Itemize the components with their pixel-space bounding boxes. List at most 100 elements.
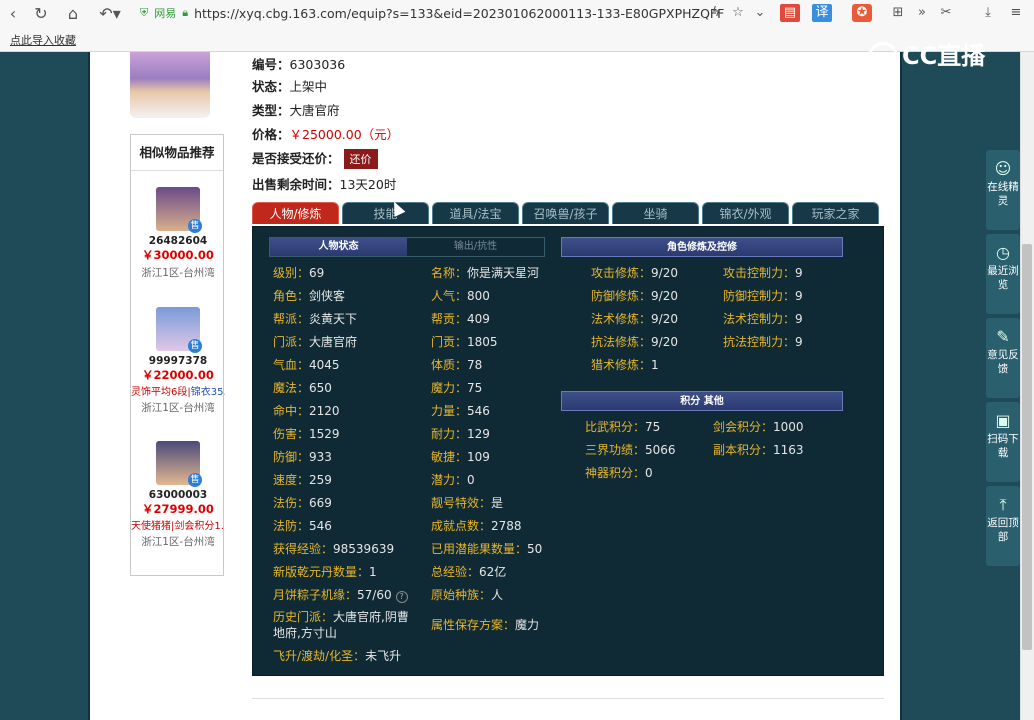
feedback-button[interactable]: ✎ 意见反馈 xyxy=(986,318,1020,398)
chevron-down-icon[interactable]: ⌄ xyxy=(750,4,770,22)
reload-icon[interactable]: ↻ xyxy=(30,4,52,24)
sub-tab-status[interactable]: 人物状态 xyxy=(270,238,407,256)
tab-home[interactable]: 玩家之家 xyxy=(792,202,879,224)
item-price: 价格：￥25000.00（元） xyxy=(252,127,400,142)
sale-badge: 售 xyxy=(188,339,202,353)
stat-row: 飞升/渡劫/化圣：未飞升 xyxy=(273,649,402,663)
divider xyxy=(252,698,884,699)
similar-item[interactable]: 售 63000003 ￥27999.00 天使猪猪|剑会积分1… 浙江1区-台州… xyxy=(131,441,225,549)
points-row: 剑会积分：1000 xyxy=(713,420,804,434)
item-id: 编号：6303036 xyxy=(252,57,346,72)
lock-icon: 🔒︎ xyxy=(182,6,189,19)
helper-face-icon: ☺ xyxy=(994,159,1012,178)
stat-row: 魔法：650 xyxy=(273,381,332,395)
tab-character[interactable]: 人物/修炼 xyxy=(252,202,339,224)
download-icon[interactable]: ⤓ xyxy=(978,4,998,22)
translate-icon[interactable]: 译 xyxy=(812,4,832,22)
points-row: 神器积分：0 xyxy=(585,466,653,480)
tab-outfits[interactable]: 锦衣/外观 xyxy=(702,202,789,224)
similar-item[interactable]: 售 26482604 ￥30000.00 浙江1区-台州湾 xyxy=(131,187,225,280)
undo-icon[interactable]: ↶▾ xyxy=(96,4,124,24)
item-type: 类型：大唐官府 xyxy=(252,103,340,118)
detail-tabs: 人物/修炼 技能 道具/法宝 召唤兽/孩子 坐骑 锦衣/外观 玩家之家 xyxy=(252,202,882,226)
sub-tab-output[interactable]: 输出/抗性 xyxy=(407,238,544,256)
tab-skills[interactable]: 技能 xyxy=(342,202,429,224)
stat-row: 名称：你是满天星河 xyxy=(431,266,540,280)
back-icon[interactable]: ‹ xyxy=(2,4,24,24)
stat-row: 原始种族：人 xyxy=(431,588,504,602)
clock-icon: ◷ xyxy=(996,243,1010,262)
cultivation-header: 角色修炼及控修 xyxy=(561,237,843,257)
recent-viewed-button[interactable]: ◷ 最近浏览 xyxy=(986,234,1020,314)
similar-item-thumb[interactable]: 售 xyxy=(156,187,202,233)
online-helper-button[interactable]: ☺ 在线精灵 xyxy=(986,150,1020,230)
arrow-up-icon: ⤒ xyxy=(999,495,1007,514)
cultivation-row: 防御控制力：9 xyxy=(723,289,803,303)
stat-row: 级别：69 xyxy=(273,266,325,280)
stat-row: 魔力：75 xyxy=(431,381,483,395)
floating-tools: ☺ 在线精灵 ◷ 最近浏览 ✎ 意见反馈 ▣ 扫码下载 ⤒ 返回顶部 xyxy=(986,150,1020,566)
points-row: 副本积分：1163 xyxy=(713,443,804,457)
stat-row: 速度：259 xyxy=(273,473,332,487)
scrollbar-thumb[interactable] xyxy=(1022,244,1032,650)
help-icon[interactable]: ? xyxy=(395,591,408,603)
star-icon[interactable]: ☆ xyxy=(728,4,748,22)
similar-item-thumb[interactable]: 售 xyxy=(156,441,202,487)
points-row: 比武积分：75 xyxy=(585,420,661,434)
similar-item[interactable]: 售 99997378 ￥22000.00 灵饰平均6段|锦衣35… 浙江1区-台… xyxy=(131,307,225,415)
secure-shield-icon: ⛨ xyxy=(140,6,149,19)
stat-row: 靓号特效：是 xyxy=(431,496,504,510)
more-chevron-icon[interactable]: » xyxy=(912,4,932,22)
similar-items-title: 相似物品推荐 xyxy=(131,135,223,171)
stat-row: 气血：4045 xyxy=(273,358,340,372)
back-to-top-button[interactable]: ⤒ 返回顶部 xyxy=(986,486,1020,566)
secure-label: 网易 xyxy=(154,7,177,20)
stat-row: 法防：546 xyxy=(273,519,332,533)
stat-row: 门派：大唐官府 xyxy=(273,335,358,349)
apps-grid-icon[interactable]: ⊞ xyxy=(888,4,908,22)
scan-download-button[interactable]: ▣ 扫码下载 xyxy=(986,402,1020,482)
lightning-icon[interactable]: ϟ xyxy=(706,4,726,22)
url-text[interactable]: https://xyq.cbg.163.com/equip?s=133&eid=… xyxy=(194,6,724,21)
sale-badge: 售 xyxy=(188,473,202,487)
stat-row: 法伤：669 xyxy=(273,496,332,510)
cultivation-row: 猎术修炼：1 xyxy=(591,358,659,372)
scissors-icon[interactable]: ✂ xyxy=(936,4,956,22)
cultivation-row: 攻击控制力：9 xyxy=(723,266,803,280)
extension-red-icon[interactable]: ▤ xyxy=(780,4,800,22)
game-icon[interactable]: ✪ xyxy=(852,4,872,22)
similar-items-panel: 相似物品推荐 售 26482604 ￥30000.00 浙江1区-台州湾 售 9… xyxy=(130,134,225,576)
stat-row: 角色：剑侠客 xyxy=(273,289,346,303)
stat-row: 防御：933 xyxy=(273,450,332,464)
stat-row: 命中：2120 xyxy=(273,404,340,418)
stat-row: 力量：546 xyxy=(431,404,490,418)
tab-pets[interactable]: 召唤兽/孩子 xyxy=(522,202,609,224)
sub-tabs: 人物状态 输出/抗性 xyxy=(269,237,545,257)
points-row: 三界功绩：5066 xyxy=(585,443,676,457)
similar-item-thumb[interactable]: 售 xyxy=(156,307,202,353)
stat-row: 历史门派：大唐官府,阴曹 xyxy=(273,610,409,624)
stat-row: 门贡：1805 xyxy=(431,335,498,349)
qrcode-icon: ▣ xyxy=(995,411,1011,430)
stat-row: 地府,方寸山 xyxy=(273,626,337,640)
stat-row: 属性保存方案：魔力 xyxy=(431,618,540,632)
edit-icon: ✎ xyxy=(996,327,1010,346)
item-status: 状态：上架中 xyxy=(252,79,328,94)
character-panel: 人物状态 输出/抗性 角色修炼及控修 积分 其他 级别：69 角色：剑侠客 帮派：炎… xyxy=(252,226,884,676)
stat-row: 帮派：炎黄天下 xyxy=(273,312,358,326)
stat-row: 敏捷：109 xyxy=(431,450,490,464)
stat-row: 成就点数：2788 xyxy=(431,519,522,533)
import-bookmarks-link[interactable]: 点此导入收藏 xyxy=(10,32,76,48)
address-bar[interactable]: ⛨ 网易 🔒︎ https://xyq.cbg.163.com/equip?s=… xyxy=(140,3,780,23)
tab-items[interactable]: 道具/法宝 xyxy=(432,202,519,224)
tab-mounts[interactable]: 坐骑 xyxy=(612,202,699,224)
haggle-button[interactable]: 还价 xyxy=(343,149,378,169)
item-time-left: 出售剩余时间：13天20时 xyxy=(252,177,397,192)
cultivation-row: 法术控制力：9 xyxy=(723,312,803,326)
stat-row: 总经验：62亿 xyxy=(431,565,507,579)
stat-row: 伤害：1529 xyxy=(273,427,340,441)
cultivation-row: 攻击修炼：9/20 xyxy=(591,266,678,280)
home-icon[interactable]: ⌂ xyxy=(62,4,84,24)
points-header: 积分 其他 xyxy=(561,391,843,411)
menu-icon[interactable]: ≡ xyxy=(1006,4,1026,22)
